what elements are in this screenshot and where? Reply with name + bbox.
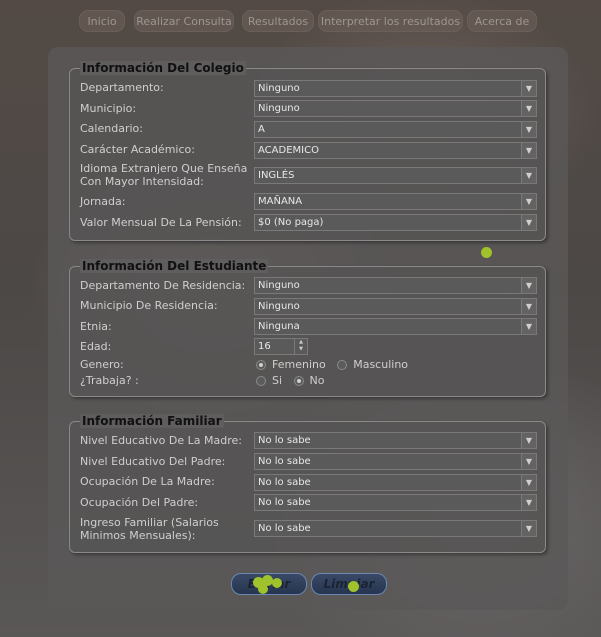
select-calendario-value: A bbox=[258, 124, 265, 135]
select-municipio-value: Ninguno bbox=[258, 103, 300, 114]
radio-femenino-label: Femenino bbox=[272, 358, 326, 371]
select-ingreso-familiar[interactable]: No lo sabe ▼ bbox=[254, 520, 537, 537]
radio-no-label: No bbox=[309, 374, 325, 387]
label-ocupacion-madre: Ocupación De La Madre: bbox=[80, 475, 215, 488]
chevron-down-icon[interactable]: ▼ bbox=[521, 194, 536, 209]
label-edad: Edad: bbox=[80, 340, 112, 353]
fieldset-colegio: Información Del Colegio Departamento: Ni… bbox=[69, 61, 546, 241]
chevron-down-icon[interactable]: ▼ bbox=[521, 168, 536, 183]
select-idioma-extranjero-value: INGLÉS bbox=[258, 170, 295, 181]
label-municipio-residencia: Municipio De Residencia: bbox=[80, 299, 218, 312]
nav-acerca-de[interactable]: Acerca de bbox=[467, 10, 537, 32]
nav-interpretar-resultados[interactable]: Interpretar los resultados bbox=[318, 10, 463, 32]
chevron-down-icon[interactable]: ▼ bbox=[521, 521, 536, 536]
select-etnia[interactable]: Ninguna ▼ bbox=[254, 318, 537, 335]
nav-inicio[interactable]: Inicio bbox=[79, 10, 125, 32]
trabaja-radio-group: Si No bbox=[256, 374, 325, 387]
select-municipio[interactable]: Ninguno ▼ bbox=[254, 100, 537, 117]
chevron-down-icon[interactable]: ▼ bbox=[521, 122, 536, 137]
select-valor-pension-value: $0 (No paga) bbox=[258, 217, 324, 228]
select-departamento-value: Ninguno bbox=[258, 83, 300, 94]
select-ocupacion-madre-value: No lo sabe bbox=[258, 477, 311, 488]
edad-value: 16 bbox=[258, 341, 271, 352]
select-municipio-residencia[interactable]: Ninguno ▼ bbox=[254, 298, 537, 315]
select-valor-pension[interactable]: $0 (No paga) ▼ bbox=[254, 214, 537, 231]
select-departamento[interactable]: Ninguno ▼ bbox=[254, 80, 537, 97]
chevron-down-icon[interactable]: ▼ bbox=[521, 299, 536, 314]
cursor-dot bbox=[272, 578, 282, 588]
fieldset-familiar: Información Familiar Nivel Educativo De … bbox=[69, 414, 546, 553]
edad-stepper[interactable]: 16 ▲ ▼ bbox=[254, 338, 308, 355]
label-trabaja: ¿Trabaja? : bbox=[80, 374, 139, 387]
chevron-down-icon[interactable]: ▼ bbox=[521, 215, 536, 230]
label-jornada: Jornada: bbox=[80, 195, 126, 208]
fieldset-estudiante: Información Del Estudiante Departamento … bbox=[69, 259, 546, 397]
label-caracter-academico: Carácter Académico: bbox=[80, 143, 195, 156]
label-etnia: Etnia: bbox=[80, 320, 112, 333]
select-jornada[interactable]: MAÑANA ▼ bbox=[254, 193, 537, 210]
select-idioma-extranjero[interactable]: INGLÉS ▼ bbox=[254, 167, 537, 184]
select-jornada-value: MAÑANA bbox=[258, 196, 303, 207]
spinner-arrows-icon[interactable]: ▲ ▼ bbox=[294, 339, 307, 354]
label-valor-pension: Valor Mensual De La Pensión: bbox=[80, 216, 242, 229]
radio-si-label: Si bbox=[272, 374, 283, 387]
chevron-down-icon[interactable]: ▼ bbox=[521, 495, 536, 510]
radio-si[interactable] bbox=[256, 376, 266, 386]
label-educacion-madre: Nivel Educativo De La Madre: bbox=[80, 434, 242, 447]
radio-femenino[interactable] bbox=[256, 360, 266, 370]
select-caracter-academico-value: ACADEMICO bbox=[258, 145, 319, 156]
nav-resultados[interactable]: Resultados bbox=[242, 10, 314, 32]
chevron-down-icon[interactable]: ▼ bbox=[521, 319, 536, 334]
cursor-dot bbox=[348, 581, 359, 592]
chevron-down-icon[interactable]: ▼ bbox=[521, 278, 536, 293]
select-calendario[interactable]: A ▼ bbox=[254, 121, 537, 138]
label-departamento-residencia: Departamento De Residencia: bbox=[80, 279, 246, 292]
select-etnia-value: Ninguna bbox=[258, 321, 300, 332]
legend-familiar: Información Familiar bbox=[80, 414, 224, 428]
label-genero: Genero: bbox=[80, 358, 124, 371]
label-idioma-extranjero: Idioma Extranjero Que Enseña Con Mayor I… bbox=[80, 162, 248, 188]
select-departamento-residencia[interactable]: Ninguno ▼ bbox=[254, 277, 537, 294]
cursor-dot bbox=[481, 247, 492, 258]
chevron-down-icon[interactable]: ▼ bbox=[521, 433, 536, 448]
legend-estudiante: Información Del Estudiante bbox=[80, 259, 269, 273]
select-ocupacion-padre[interactable]: No lo sabe ▼ bbox=[254, 494, 537, 511]
label-educacion-padre: Nivel Educativo Del Padre: bbox=[80, 455, 226, 468]
cursor-dot bbox=[258, 584, 268, 594]
radio-masculino-label: Masculino bbox=[353, 358, 409, 371]
select-caracter-academico[interactable]: ACADEMICO ▼ bbox=[254, 142, 537, 159]
select-educacion-padre[interactable]: No lo sabe ▼ bbox=[254, 453, 537, 470]
radio-no[interactable] bbox=[293, 376, 304, 386]
genero-radio-group: Femenino Masculino bbox=[256, 358, 408, 371]
chevron-down-icon[interactable]: ▼ bbox=[521, 454, 536, 469]
select-educacion-padre-value: No lo sabe bbox=[258, 456, 311, 467]
label-departamento: Departamento: bbox=[80, 81, 164, 94]
chevron-down-icon[interactable]: ▼ bbox=[521, 143, 536, 158]
chevron-down-icon[interactable]: ▼ bbox=[521, 101, 536, 116]
select-municipio-residencia-value: Ninguno bbox=[258, 301, 300, 312]
select-ingreso-familiar-value: No lo sabe bbox=[258, 523, 311, 534]
select-educacion-madre-value: No lo sabe bbox=[258, 435, 311, 446]
chevron-down-icon[interactable]: ▼ bbox=[521, 81, 536, 96]
label-municipio: Municipio: bbox=[80, 102, 137, 115]
label-ocupacion-padre: Ocupación Del Padre: bbox=[80, 496, 199, 509]
select-educacion-madre[interactable]: No lo sabe ▼ bbox=[254, 432, 537, 449]
chevron-down-icon[interactable]: ▼ bbox=[521, 475, 536, 490]
label-ingreso-familiar: Ingreso Familiar (Salarios Minimos Mensu… bbox=[80, 516, 219, 542]
label-calendario: Calendario: bbox=[80, 122, 143, 135]
radio-masculino[interactable] bbox=[337, 360, 348, 370]
legend-colegio: Información Del Colegio bbox=[80, 61, 246, 75]
select-ocupacion-madre[interactable]: No lo sabe ▼ bbox=[254, 474, 537, 491]
select-departamento-residencia-value: Ninguno bbox=[258, 280, 300, 291]
nav-realizar-consulta[interactable]: Realizar Consulta bbox=[134, 10, 234, 32]
select-ocupacion-padre-value: No lo sabe bbox=[258, 497, 311, 508]
top-navigation: Inicio Realizar Consulta Resultados Inte… bbox=[0, 10, 601, 34]
